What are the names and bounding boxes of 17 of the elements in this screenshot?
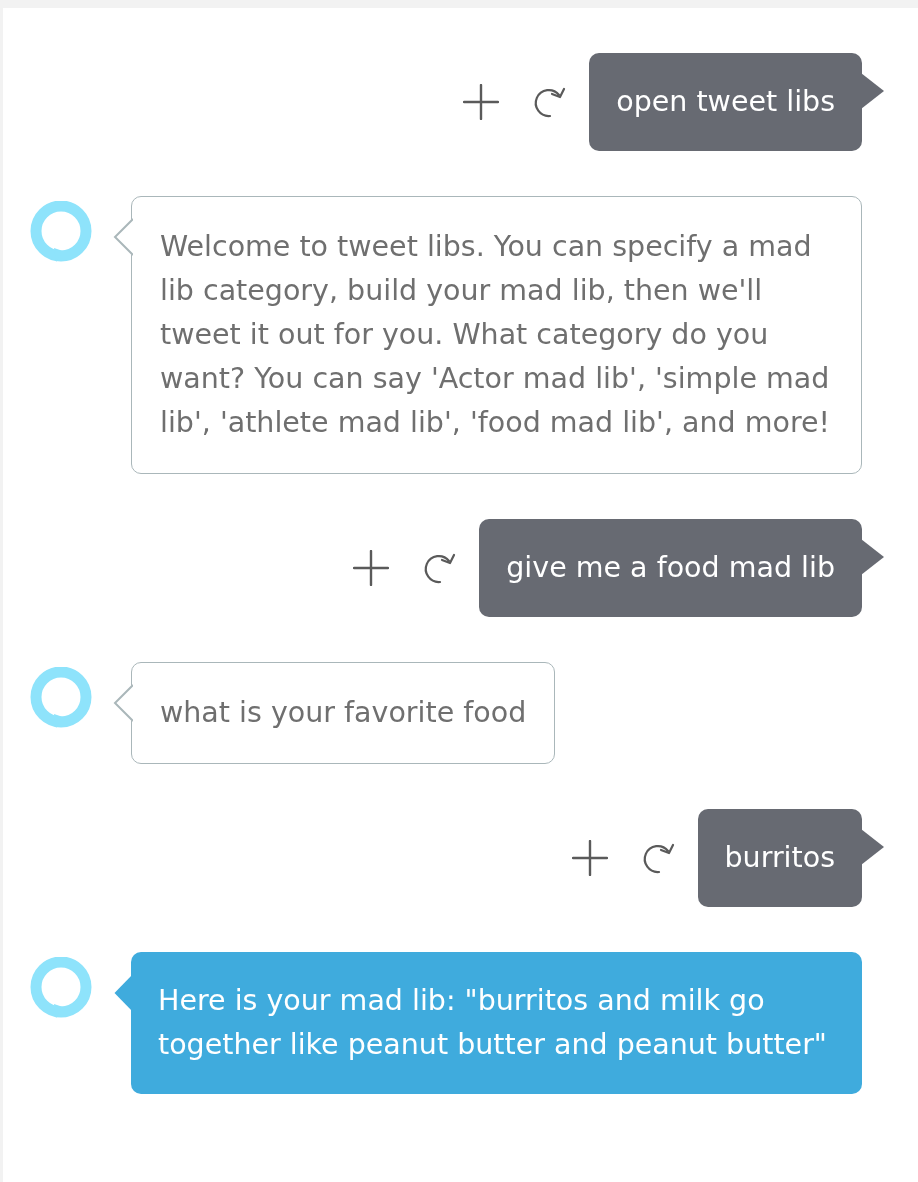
reply-speech-bubble[interactable] xyxy=(113,196,862,474)
message-text: Here is your mad lib: "burritos and milk go together like peanut butter and peanut butter" xyxy=(158,983,828,1063)
ring-icon xyxy=(30,201,92,263)
plus-icon[interactable] xyxy=(571,840,608,876)
bubble-tail-icon xyxy=(861,829,884,865)
bubble-tail-icon xyxy=(861,539,884,575)
message-text: Welcome to tweet libs. You can specify a mad lib category, build your mad lib, then we'll tweet it out for you. What category do you want? You can say 'Actor mad lib', 'simple mad lib', 'athlete mad lib', 'food mad lib', and more! xyxy=(160,229,831,441)
bubble-tail-icon xyxy=(113,974,133,1012)
message-text: open tweet libs xyxy=(616,84,835,120)
bubble-tail-icon xyxy=(861,73,884,109)
message-text: burritos xyxy=(724,840,835,876)
ring-icon xyxy=(30,957,92,1019)
message-text: give me a food mad lib xyxy=(506,550,835,586)
plus-icon[interactable] xyxy=(353,550,390,586)
message-text: what is your favorite food xyxy=(160,695,527,731)
plus-icon[interactable] xyxy=(463,84,500,120)
ring-icon xyxy=(30,667,92,729)
